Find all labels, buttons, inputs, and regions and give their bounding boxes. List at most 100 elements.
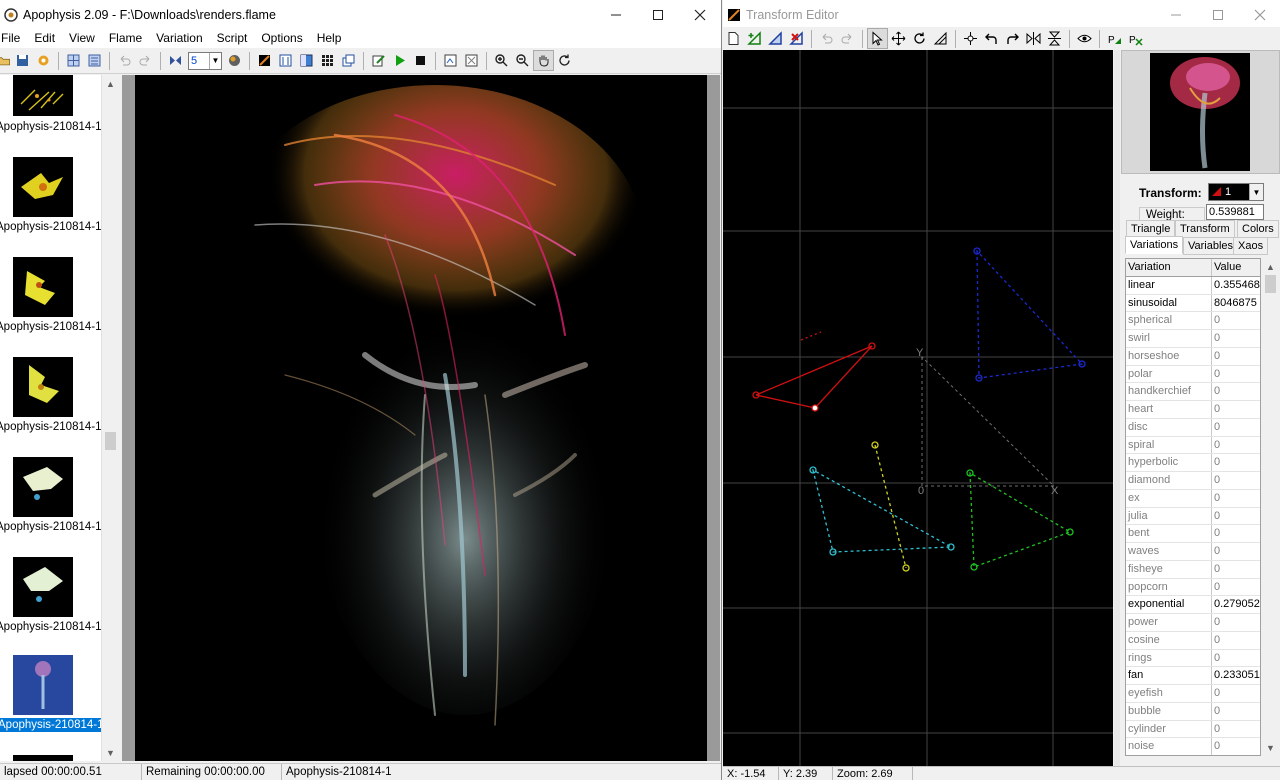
variation-row-bubble[interactable]: bubble 0 xyxy=(1126,702,1260,721)
add-transform-button[interactable] xyxy=(744,28,765,49)
variation-row-sinusoidal[interactable]: sinusoidal 8046875 xyxy=(1126,294,1260,313)
image-size-button[interactable] xyxy=(440,50,461,71)
variation-row-cylinder[interactable]: cylinder 0 xyxy=(1126,720,1260,739)
pan-button[interactable] xyxy=(533,50,554,71)
variation-value[interactable]: 0 xyxy=(1212,401,1260,418)
variation-row-swirl[interactable]: swirl 0 xyxy=(1126,330,1260,348)
variation-value[interactable]: 0 xyxy=(1212,366,1260,383)
variation-row-noise[interactable]: noise 0 xyxy=(1126,738,1260,755)
main-title-bar[interactable]: Apophysis 2.09 - F:\Downloads\renders.fl… xyxy=(0,0,721,29)
triangle-editor-canvas[interactable]: Y 0 X xyxy=(723,50,1113,766)
scroll-down-icon[interactable]: ▼ xyxy=(1262,739,1279,756)
variation-value[interactable]: 0 xyxy=(1212,561,1260,578)
flip-point-button[interactable] xyxy=(960,28,981,49)
editor-button[interactable] xyxy=(254,50,275,71)
mutate-button[interactable] xyxy=(317,50,338,71)
tab-xaos[interactable]: Xaos xyxy=(1233,237,1269,255)
menu-script[interactable]: Script xyxy=(210,29,255,48)
new-flame-button[interactable] xyxy=(723,28,744,49)
menu-help[interactable]: Help xyxy=(310,29,349,48)
gradient-button[interactable] xyxy=(296,50,317,71)
flame-render-preview[interactable] xyxy=(135,75,707,761)
rotate-button[interactable] xyxy=(554,50,575,71)
triangle-1[interactable] xyxy=(752,331,876,412)
triangle-2[interactable] xyxy=(973,247,1086,382)
variation-row-diamond[interactable]: diamond 0 xyxy=(1126,472,1260,490)
variation-value[interactable]: 0 xyxy=(1212,543,1260,560)
variation-row-spiral[interactable]: spiral 0 xyxy=(1126,436,1260,455)
variation-row-linear[interactable]: linear 0.355468 xyxy=(1126,276,1260,295)
gallery-button[interactable] xyxy=(224,50,245,71)
variation-value[interactable]: 0 xyxy=(1212,330,1260,347)
variation-row-julia[interactable]: julia 0 xyxy=(1126,507,1260,526)
variation-row-cosine[interactable]: cosine 0 xyxy=(1126,631,1260,650)
fullscreen-button[interactable] xyxy=(461,50,482,71)
maximize-button[interactable] xyxy=(637,0,679,29)
flip-vertical-button[interactable] xyxy=(1044,28,1065,49)
thumbnail-scrollbar[interactable]: ▲ ▼ xyxy=(101,75,118,761)
triangle-4[interactable] xyxy=(871,441,910,572)
options-button[interactable] xyxy=(338,50,359,71)
variation-row-heart[interactable]: heart 0 xyxy=(1126,401,1260,419)
flame-thumbnail-list[interactable]: Apophysis-210814-1 Apophysis-210814-1 Ap… xyxy=(0,75,101,761)
te-maximize-button[interactable] xyxy=(1197,0,1239,29)
minimize-button[interactable] xyxy=(595,0,637,29)
variation-row-rings[interactable]: rings 0 xyxy=(1126,649,1260,668)
menu-file[interactable]: File xyxy=(0,29,27,48)
menu-variation[interactable]: Variation xyxy=(149,29,209,48)
select-mode-button[interactable] xyxy=(867,28,888,49)
open-button[interactable] xyxy=(0,50,12,71)
rotate-right-button[interactable] xyxy=(1002,28,1023,49)
transform-select[interactable]: 1 ▼ xyxy=(1208,183,1264,201)
edit-script-button[interactable] xyxy=(368,50,389,71)
te-undo-button[interactable] xyxy=(816,28,837,49)
variation-row-disc[interactable]: disc 0 xyxy=(1126,418,1260,437)
transform-editor-title-bar[interactable]: Transform Editor xyxy=(723,0,1280,29)
scroll-up-icon[interactable]: ▲ xyxy=(102,75,119,92)
scrollbar-thumb[interactable] xyxy=(105,432,116,450)
list-view-button[interactable] xyxy=(63,50,84,71)
variation-value[interactable]: 0 xyxy=(1212,312,1260,329)
variation-row-popcorn[interactable]: popcorn 0 xyxy=(1126,578,1260,597)
weight-input[interactable]: 0.539881 xyxy=(1206,204,1264,220)
variation-row-horseshoe[interactable]: horseshoe 0 xyxy=(1126,347,1260,366)
variation-value[interactable]: 0 xyxy=(1212,721,1260,738)
run-script-button[interactable] xyxy=(389,50,410,71)
show-variations-button[interactable] xyxy=(1074,28,1095,49)
symmetry-button[interactable] xyxy=(165,50,186,71)
menu-edit[interactable]: Edit xyxy=(27,29,62,48)
variation-value[interactable]: 0 xyxy=(1212,419,1260,436)
canvas-splitter[interactable] xyxy=(1114,50,1120,766)
adjust-button[interactable] xyxy=(275,50,296,71)
variation-value[interactable]: 0 xyxy=(1212,454,1260,471)
variations-scrollbar[interactable]: ▲ ▼ xyxy=(1262,258,1279,756)
variation-value[interactable]: 0 xyxy=(1212,703,1260,720)
menu-view[interactable]: View xyxy=(62,29,102,48)
variation-value[interactable]: 0 xyxy=(1212,579,1260,596)
delete-transform-button[interactable] xyxy=(786,28,807,49)
reset-post-transform-button[interactable]: P xyxy=(1125,28,1146,49)
variations-grid[interactable]: Variation Value linear 0.355468 sinusoidal… xyxy=(1125,258,1261,756)
variation-value[interactable]: 0 xyxy=(1212,437,1260,454)
variation-value[interactable]: 0.233051 xyxy=(1212,667,1260,684)
variation-row-handkerchief[interactable]: handkerchief 0 xyxy=(1126,383,1260,401)
tab-colors[interactable]: Colors xyxy=(1237,220,1279,238)
variation-row-exponential[interactable]: exponential 0.279052 xyxy=(1126,596,1260,614)
variation-value[interactable]: 0 xyxy=(1212,738,1260,755)
redo-button[interactable] xyxy=(135,50,156,71)
variation-row-fisheye[interactable]: fisheye 0 xyxy=(1126,560,1260,579)
render-button[interactable] xyxy=(33,50,54,71)
variation-value[interactable]: 0 xyxy=(1212,614,1260,631)
menu-flame[interactable]: Flame xyxy=(102,29,149,48)
zoom-in-button[interactable] xyxy=(491,50,512,71)
save-button[interactable] xyxy=(12,50,33,71)
stop-script-button[interactable] xyxy=(410,50,431,71)
symmetry-order-select[interactable]: 5 ▼ xyxy=(188,51,222,70)
variation-row-spherical[interactable]: spherical 0 xyxy=(1126,312,1260,330)
te-minimize-button[interactable] xyxy=(1155,0,1197,29)
rotate-mode-button[interactable] xyxy=(909,28,930,49)
flip-horizontal-button[interactable] xyxy=(1023,28,1044,49)
move-mode-button[interactable] xyxy=(888,28,909,49)
variation-value[interactable]: 0 xyxy=(1212,685,1260,702)
triangle-3[interactable] xyxy=(809,466,955,556)
